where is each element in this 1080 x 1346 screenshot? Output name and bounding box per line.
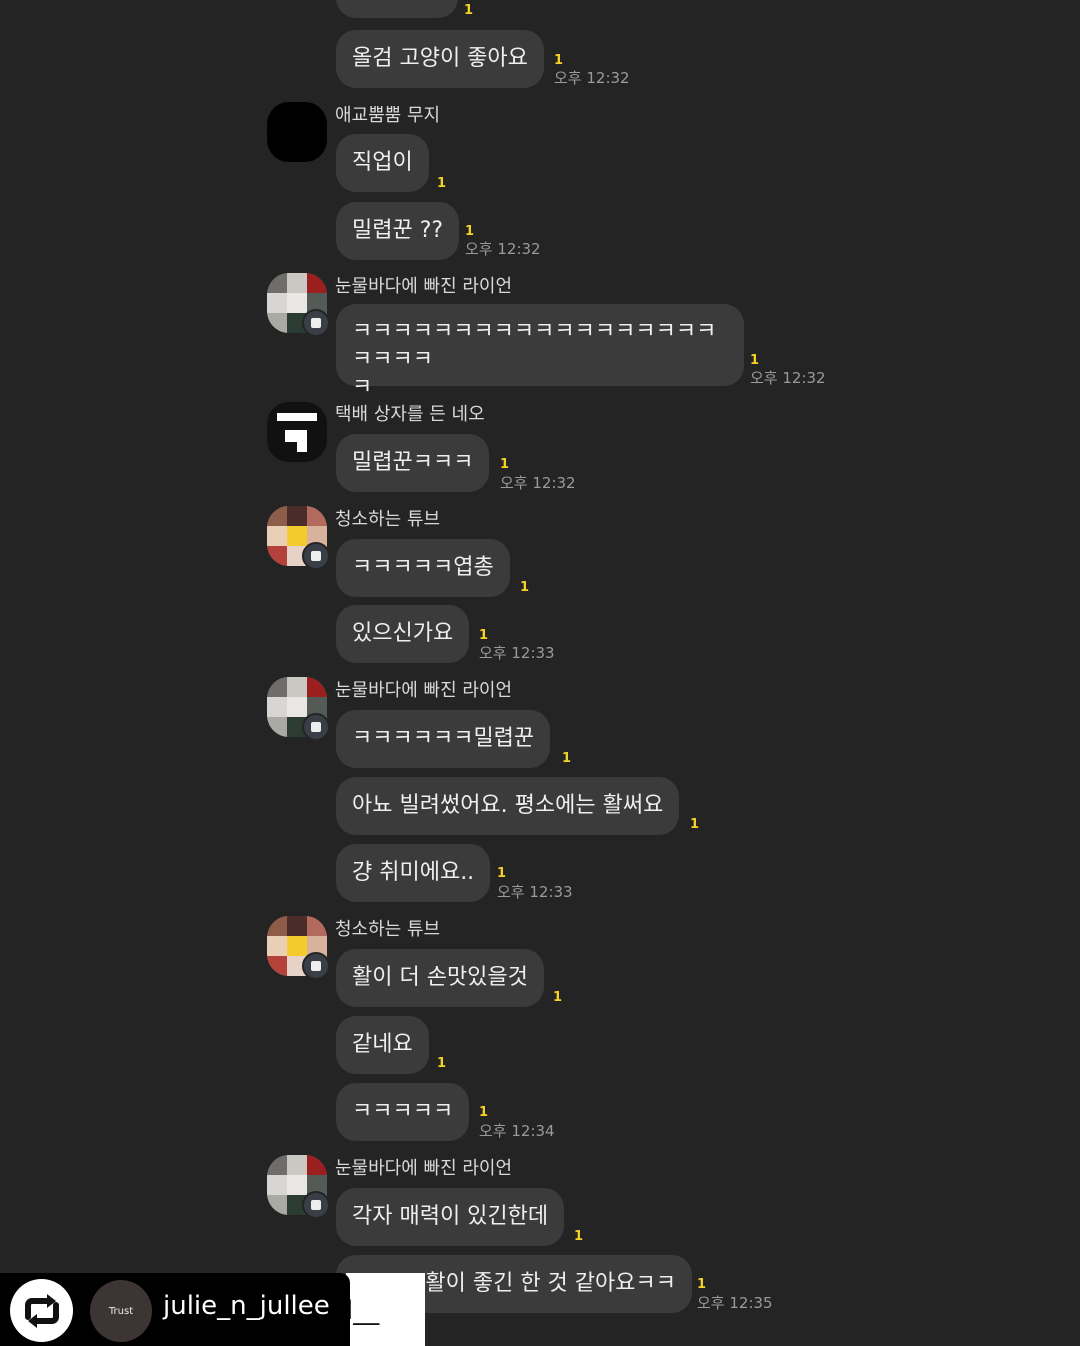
unread-count: 1 — [437, 1056, 447, 1071]
unread-count: 1 — [750, 353, 760, 368]
message-bubble[interactable]: 있으신가요 — [336, 605, 470, 663]
message-bubble[interactable]: ㅋㅋㅋㅋㅋ — [336, 1083, 470, 1141]
badge-icon — [302, 1191, 330, 1219]
repost-avatar[interactable]: Trust — [90, 1280, 152, 1342]
sender-name: 눈물바다에 빠진 라이언 — [335, 276, 513, 297]
unread-count: 1 — [465, 224, 475, 239]
unread-count: 1 — [437, 176, 447, 191]
sender-name: 청소하는 튜브 — [335, 509, 441, 530]
message-time: 오후 12:34 — [479, 1122, 555, 1140]
message-bubble[interactable]: 각자 매력이 있긴한데 — [336, 1188, 565, 1246]
avatar[interactable] — [267, 402, 327, 462]
message-bubble[interactable]: 직업이 — [336, 134, 429, 192]
message-time: 오후 12:32 — [500, 474, 576, 492]
badge-icon — [302, 713, 330, 741]
message-bubble[interactable] — [336, 0, 458, 18]
unread-count: 1 — [497, 866, 507, 881]
message-bubble[interactable]: 밀렵꾼ㅋㅋㅋ — [336, 434, 490, 492]
unread-count: 1 — [553, 990, 563, 1005]
message-time: 오후 12:35 — [697, 1294, 773, 1312]
badge-icon — [302, 952, 330, 980]
message-bubble[interactable]: ㅋㅋㅋㅋㅋㅋ밀렵꾼 — [336, 710, 551, 768]
message-bubble[interactable]: 올검 고양이 좋아요 — [336, 30, 544, 88]
unread-count: 1 — [479, 1105, 489, 1120]
message-time: 오후 12:32 — [465, 240, 541, 258]
unread-count: 1 — [574, 1229, 584, 1244]
badge-icon — [302, 309, 330, 337]
unread-count: 1 — [554, 53, 564, 68]
unread-count: 1 — [562, 751, 572, 766]
repost-username[interactable]: julie_n_jullee — [163, 1293, 330, 1319]
message-bubble[interactable]: 걍 취미에요.. — [336, 844, 491, 902]
message-bubble[interactable]: 밀렵꾼 ?? — [336, 202, 460, 260]
repost-icon[interactable] — [10, 1279, 73, 1342]
unread-count: 1 — [520, 580, 530, 595]
unread-count: 1 — [697, 1277, 707, 1292]
unread-count: 1 — [479, 628, 489, 643]
overlay-card-text: l__ — [346, 1296, 380, 1326]
sender-name: 눈물바다에 빠진 라이언 — [335, 680, 513, 701]
sender-name: 택배 상자를 든 네오 — [335, 404, 485, 425]
unread-count: 1 — [500, 457, 510, 472]
unread-count: 1 — [464, 3, 474, 18]
message-bubble[interactable]: ㅋㅋㅋㅋㅋ엽총 — [336, 539, 510, 597]
message-bubble[interactable]: ㅋㅋㅋㅋㅋㅋㅋㅋㅋㅋㅋㅋㅋㅋㅋㅋㅋㅋㅋㅋㅋㅋ ㅋ — [336, 304, 744, 400]
sender-name: 애교뿜뿜 무지 — [335, 105, 441, 126]
message-bubble[interactable]: 같네요 — [336, 1016, 429, 1074]
chat-screen: 1 올검 고양이 좋아요 1 오후 12:32 애교뿜뿜 무지 직업이 1 밀렵… — [0, 0, 1080, 1346]
repost-arrows-icon — [24, 1293, 59, 1328]
sender-name: 청소하는 튜브 — [335, 919, 441, 940]
sender-name: 눈물바다에 빠진 라이언 — [335, 1158, 513, 1179]
message-bubble[interactable]: 활이 더 손맛있을것 — [336, 949, 544, 1007]
message-time: 오후 12:32 — [750, 369, 826, 387]
message-time: 오후 12:33 — [497, 883, 573, 901]
unread-count: 1 — [690, 817, 700, 832]
message-time: 오후 12:32 — [554, 69, 630, 87]
message-time: 오후 12:33 — [479, 644, 555, 662]
message-bubble[interactable]: 아뇨 빌려썼어요. 평소에는 활써요 — [336, 777, 680, 835]
badge-icon — [302, 542, 330, 570]
avatar[interactable] — [267, 102, 327, 162]
